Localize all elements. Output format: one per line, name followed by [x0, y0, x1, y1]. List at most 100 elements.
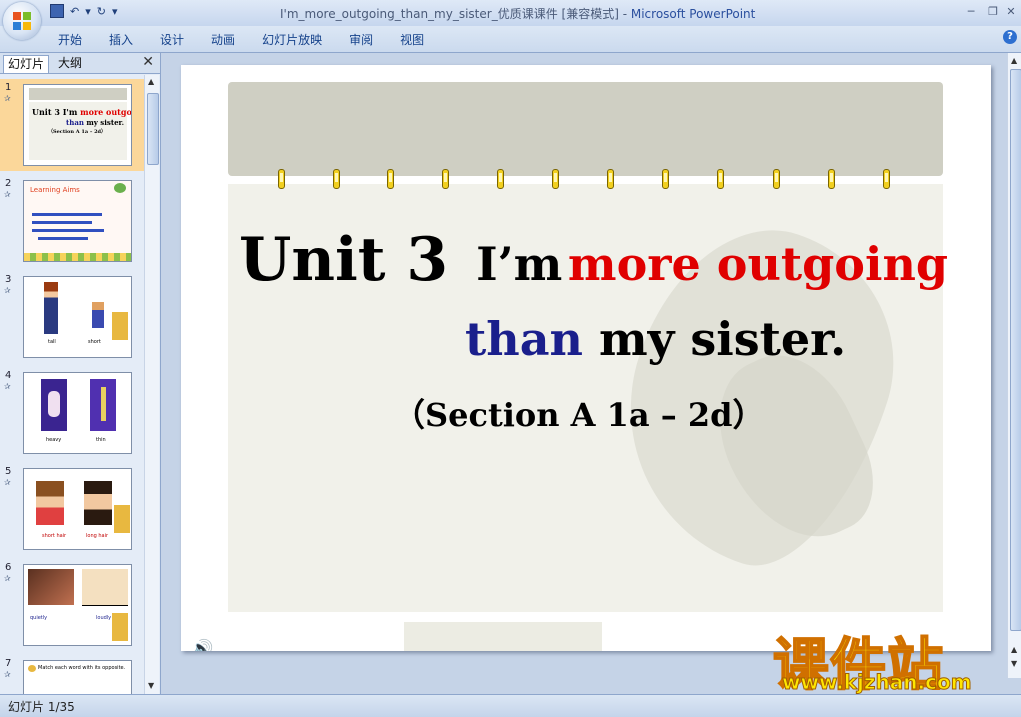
thumbnail-slide-7[interactable]: 7 ✰ Match each word with its opposite. — [0, 655, 144, 694]
customize-qat-icon[interactable]: ▾ — [112, 5, 118, 18]
short-hair-image — [36, 481, 64, 525]
pane-tabs: 幻灯片 大纲 ✕ — [0, 53, 160, 74]
title-bar: ↶ ▾ ↻ ▾ I'm_more_outgoing_than_my_sister… — [0, 0, 1021, 26]
preview-header — [29, 88, 127, 100]
preview-text-line — [32, 221, 92, 224]
spiral-ring — [607, 169, 614, 189]
close-icon[interactable]: ✕ — [1000, 3, 1021, 21]
tab-review[interactable]: 审阅 — [349, 31, 373, 48]
preview-heading: Learning Aims — [30, 186, 80, 194]
thumbnail-slide-3[interactable]: 3 ✰ tall short — [0, 271, 144, 363]
scroll-up-icon[interactable]: ▲ — [1011, 56, 1017, 65]
preview-caption: short — [88, 339, 101, 345]
slide-counter: 幻灯片 1/35 — [8, 700, 75, 714]
slide-title-line1[interactable]: Unit 3 I’m more outgoing — [239, 225, 948, 295]
tab-outline[interactable]: 大纲 — [54, 55, 86, 72]
preview-caption: heavy — [46, 437, 62, 443]
scroll-up-icon[interactable]: ▲ — [148, 77, 154, 86]
preview-line2: than my sister. — [66, 118, 125, 127]
office-button[interactable] — [3, 2, 41, 40]
bullet-icon — [28, 665, 36, 672]
thumbnail-slide-4[interactable]: 4 ✰ heavy thin — [0, 367, 144, 459]
sound-icon[interactable]: 🔊 — [191, 639, 213, 651]
castle-image — [114, 505, 130, 533]
title-my-sister: my sister. — [598, 312, 847, 366]
next-slide-icon[interactable]: ▼ — [1011, 659, 1017, 668]
redo-icon[interactable]: ↻ — [97, 5, 106, 18]
tab-design[interactable]: 设计 — [160, 31, 184, 48]
tab-insert[interactable]: 插入 — [109, 31, 133, 48]
slide-preview: short hair long hair — [23, 468, 132, 550]
scrollbar-thumb[interactable] — [147, 93, 159, 165]
spiral-ring — [387, 169, 394, 189]
slide-canvas[interactable]: Unit 3 I’m more outgoing than my sister. … — [181, 65, 991, 651]
footer-band — [404, 622, 602, 651]
animation-star-icon: ✰ — [4, 478, 11, 487]
slide-number: 3 — [5, 274, 12, 285]
flower-border — [24, 253, 131, 261]
tab-view[interactable]: 视图 — [400, 31, 424, 48]
section-subtitle[interactable]: （Section A 1a – 2d） — [393, 390, 765, 436]
ribbon: 开始 插入 设计 动画 幻灯片放映 审阅 视图 ? — [0, 26, 1021, 53]
scroll-down-icon[interactable]: ▼ — [148, 681, 154, 690]
thumbnail-slide-2[interactable]: 2 ✰ Learning Aims — [0, 175, 144, 267]
slide-preview: heavy thin — [23, 372, 132, 454]
animation-star-icon: ✰ — [4, 574, 11, 583]
thumbnail-slide-5[interactable]: 5 ✰ short hair long hair — [0, 463, 144, 555]
save-icon[interactable] — [50, 4, 64, 18]
slides-pane: 幻灯片 大纲 ✕ 1 ✰ Unit 3 I'm more outgoing th… — [0, 53, 161, 694]
tab-slide-show[interactable]: 幻灯片放映 — [262, 31, 322, 48]
undo-dropdown-icon[interactable]: ▾ — [85, 5, 91, 18]
site-watermark-url: www.kjzhan.com — [782, 670, 973, 695]
slide-preview: Match each word with its opposite. — [23, 660, 132, 694]
window-title: I'm_more_outgoing_than_my_sister_优质课课件 [… — [280, 5, 755, 22]
slide-preview: Learning Aims — [23, 180, 132, 262]
loud-cartoon-image — [82, 569, 128, 605]
slide-scrollbar[interactable]: ▲ ▲ ▼ — [1007, 53, 1021, 678]
preview-line1: Unit 3 I'm more outgoing — [32, 107, 132, 117]
preview-caption: quietly — [30, 615, 48, 621]
undo-icon[interactable]: ↶ — [70, 5, 79, 18]
thumbnail-slide-6[interactable]: 6 ✰ quietly loudly — [0, 559, 144, 651]
preview-caption: loudly — [96, 615, 112, 621]
quiet-reading-image — [28, 569, 74, 605]
tab-slides[interactable]: 幻灯片 — [3, 55, 50, 73]
pane-close-icon[interactable]: ✕ — [142, 54, 154, 70]
slide-preview: Unit 3 I'm more outgoing than my sister.… — [23, 84, 132, 166]
spiral-ring — [333, 169, 340, 189]
slide-preview: quietly loudly — [23, 564, 132, 646]
preview-caption: short hair — [42, 533, 67, 539]
spiral-ring — [552, 169, 559, 189]
scrollbar-thumb[interactable] — [1010, 69, 1021, 631]
tab-animations[interactable]: 动画 — [211, 31, 235, 48]
spiral-ring — [828, 169, 835, 189]
title-more-outgoing: more outgoing — [567, 237, 949, 291]
ribbon-tabs: 开始 插入 设计 动画 幻灯片放映 审阅 视图 — [58, 31, 451, 48]
tall-person-image — [44, 282, 58, 334]
spiral-ring — [717, 169, 724, 189]
help-icon[interactable]: ? — [1003, 30, 1017, 44]
unit-label: Unit 3 — [239, 225, 449, 295]
quick-access-toolbar: ↶ ▾ ↻ ▾ — [50, 4, 118, 18]
preview-heading: Match each word with its opposite. — [38, 665, 126, 671]
thumbnail-slide-1[interactable]: 1 ✰ Unit 3 I'm more outgoing than my sis… — [0, 79, 144, 171]
title-im: I’m — [476, 237, 563, 291]
slide-editor: Unit 3 I’m more outgoing than my sister. … — [161, 53, 1021, 694]
prev-slide-icon[interactable]: ▲ — [1011, 645, 1017, 654]
thumbnail-scrollbar[interactable]: ▲ ▼ — [144, 75, 159, 694]
slide-number: 5 — [5, 466, 12, 477]
thin-figure — [101, 387, 106, 421]
slide-number: 6 — [5, 562, 12, 573]
slide-number: 1 — [5, 82, 12, 93]
notebook-header — [228, 82, 943, 176]
spiral-ring — [442, 169, 449, 189]
office-logo-icon — [13, 12, 31, 30]
preview-text-line — [38, 237, 88, 240]
animation-star-icon: ✰ — [4, 190, 11, 199]
tab-home[interactable]: 开始 — [58, 31, 82, 48]
app-name: Microsoft PowerPoint — [630, 7, 756, 21]
short-person-image — [92, 302, 104, 328]
preview-caption: long hair — [86, 533, 109, 539]
slide-title-line2[interactable]: than my sister. — [465, 312, 846, 366]
minimize-icon[interactable]: ─ — [960, 3, 982, 21]
